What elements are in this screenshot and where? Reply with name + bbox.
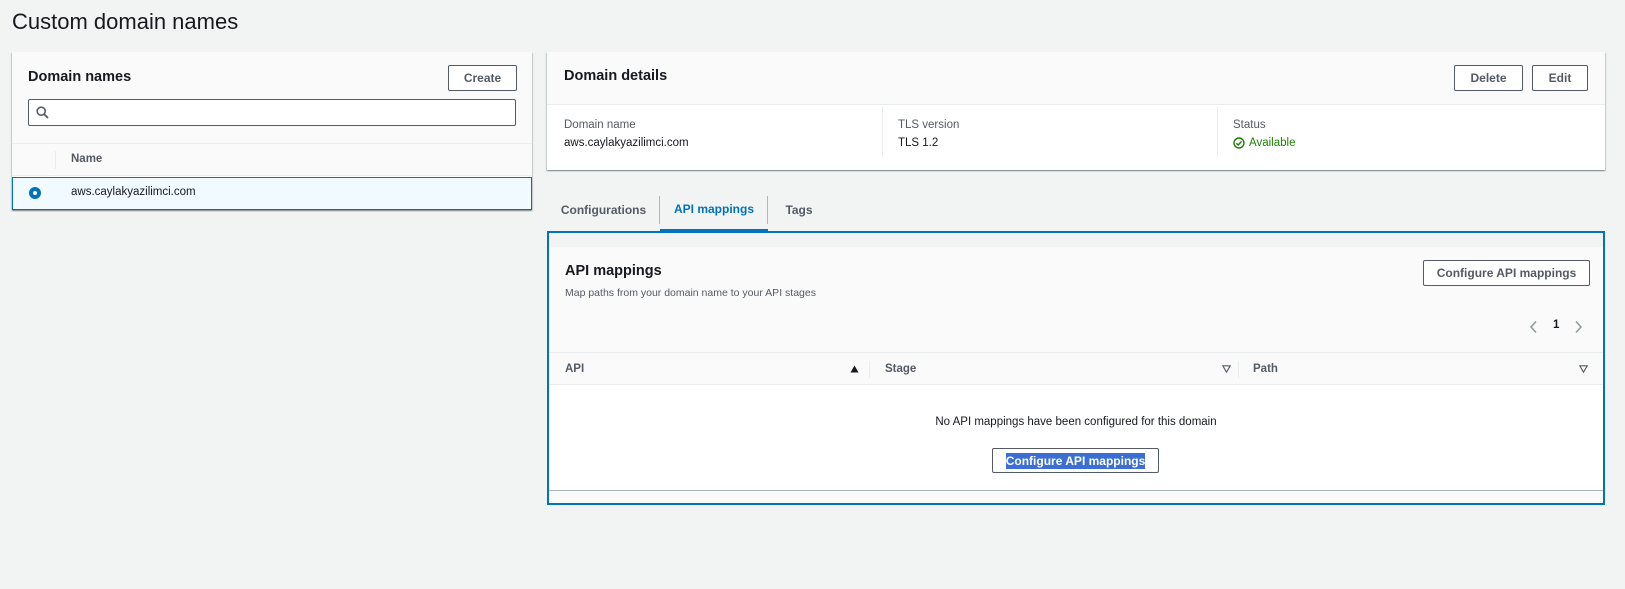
api-mappings-panel: API mappings Map paths from your domain …	[547, 231, 1605, 505]
domain-table-header: Name	[12, 144, 532, 176]
column-header-name[interactable]: Name	[71, 153, 102, 165]
api-table-header: API Stage Path	[549, 352, 1603, 385]
sort-ascending-icon[interactable]	[850, 365, 859, 373]
column-header-api[interactable]: API	[565, 363, 584, 375]
detail-tls-version: TLS version TLS 1.2	[898, 107, 959, 162]
status-badge: Available	[1233, 137, 1295, 149]
row-domain-name: aws.caylakyazilimci.com	[71, 186, 196, 198]
detail-value: aws.caylakyazilimci.com	[564, 137, 689, 149]
status-text: Available	[1249, 137, 1296, 149]
tab-bar: Configurations API mappings Tags	[547, 188, 847, 232]
domain-details-panel: Domain details Delete Edit Domain name a…	[547, 52, 1605, 170]
api-mappings-title: API mappings	[565, 263, 662, 279]
table-row[interactable]: aws.caylakyazilimci.com	[12, 177, 532, 210]
configure-api-mappings-button[interactable]: Configure API mappings	[1423, 260, 1590, 286]
pagination: 1	[1529, 317, 1589, 337]
configure-api-mappings-empty-button[interactable]: Configure API mappings	[992, 448, 1159, 473]
domain-names-title: Domain names	[28, 69, 132, 85]
domain-details-header: Domain details Delete Edit	[547, 52, 1605, 105]
column-divider	[55, 151, 56, 169]
api-table-body: No API mappings have been configured for…	[549, 385, 1603, 491]
edit-button[interactable]: Edit	[1532, 65, 1588, 91]
panel-top-strip	[549, 233, 1603, 247]
sort-descending-icon[interactable]	[1579, 365, 1588, 373]
tab-tags[interactable]: Tags	[768, 188, 830, 232]
detail-label: Status	[1233, 119, 1266, 131]
domain-details-title: Domain details	[564, 68, 668, 84]
tab-configurations[interactable]: Configurations	[547, 188, 660, 232]
row-radio-selected[interactable]	[29, 187, 41, 199]
detail-label: TLS version	[898, 119, 960, 131]
column-divider	[869, 361, 870, 378]
empty-state-message: No API mappings have been configured for…	[935, 416, 1217, 428]
column-divider	[1217, 107, 1218, 157]
api-mappings-description: Map paths from your domain name to your …	[565, 287, 816, 299]
detail-status: Status Available	[1233, 107, 1295, 162]
column-header-path[interactable]: Path	[1253, 363, 1278, 375]
tab-api-mappings[interactable]: API mappings	[660, 188, 768, 232]
page-title: Custom domain names	[12, 9, 239, 34]
search-icon	[36, 106, 49, 119]
check-circle-icon	[1233, 137, 1245, 149]
detail-domain-name: Domain name aws.caylakyazilimci.com	[564, 107, 689, 162]
create-button[interactable]: Create	[448, 65, 517, 91]
detail-label: Domain name	[564, 119, 636, 131]
page-number[interactable]: 1	[1553, 319, 1559, 331]
search-box[interactable]	[28, 99, 516, 126]
column-divider	[882, 107, 883, 157]
chevron-left-icon[interactable]	[1529, 320, 1539, 334]
domain-names-header: Domain names Create	[12, 52, 532, 144]
delete-button[interactable]: Delete	[1454, 65, 1523, 91]
column-header-stage[interactable]: Stage	[885, 363, 916, 375]
column-divider	[1238, 361, 1239, 378]
chevron-right-icon[interactable]	[1573, 320, 1583, 334]
sort-descending-icon[interactable]	[1222, 365, 1231, 373]
detail-value: TLS 1.2	[898, 137, 939, 149]
domain-names-panel: Domain names Create Name aws.caylakyazil…	[12, 52, 532, 210]
search-input[interactable]	[55, 102, 511, 123]
button-label: Configure API mappings	[1005, 452, 1146, 469]
